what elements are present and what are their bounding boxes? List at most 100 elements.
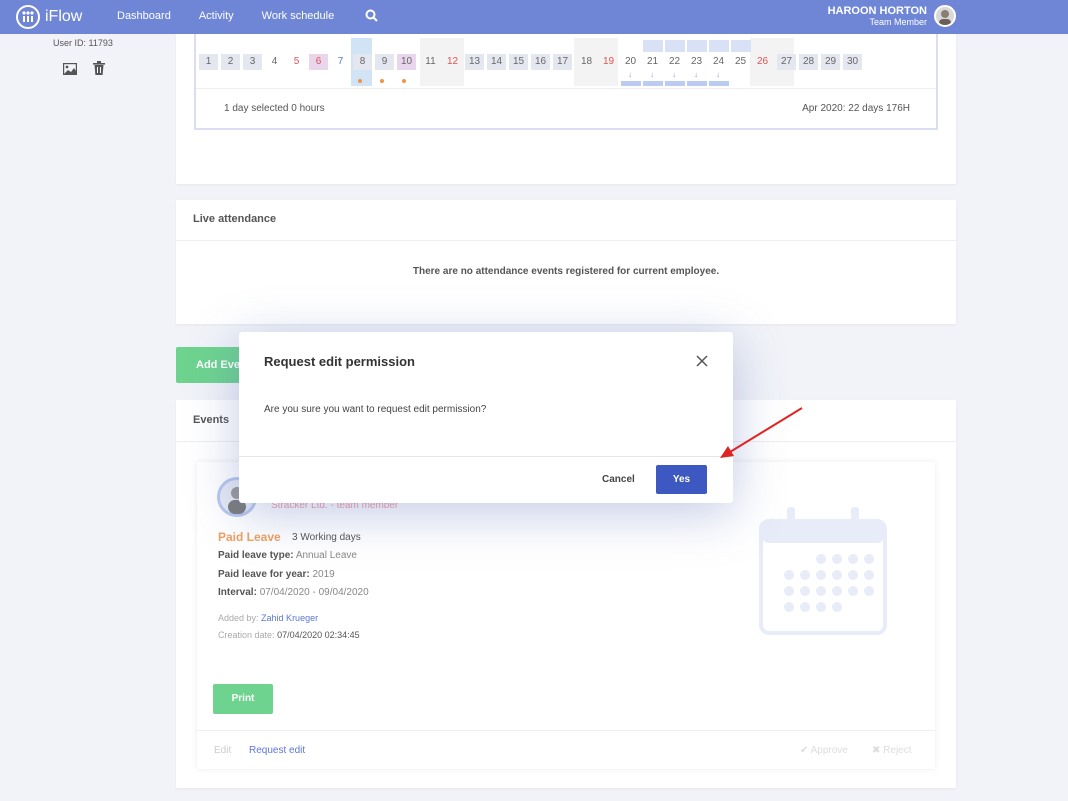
- calendar-day[interactable]: 8: [353, 54, 372, 70]
- calendar-day[interactable]: 21: [643, 54, 662, 70]
- calendar-day[interactable]: 27: [777, 54, 796, 70]
- added-by-link[interactable]: Zahid Krueger: [261, 613, 318, 623]
- leave-type-row: Paid leave type: Annual Leave: [218, 550, 357, 561]
- creation-date-value: 07/04/2020 02:34:45: [277, 630, 360, 640]
- calendar-day[interactable]: 5: [287, 54, 306, 70]
- creation-date-label: Creation date:: [218, 630, 275, 640]
- calendar-day[interactable]: 29: [821, 54, 840, 70]
- image-icon[interactable]: [62, 62, 78, 80]
- check-icon: ✔: [800, 745, 809, 756]
- calendar-day-selected[interactable]: 7: [331, 54, 350, 70]
- schedule-bar: [621, 81, 641, 86]
- iflow-logo-icon: [16, 5, 40, 29]
- nav-dashboard[interactable]: Dashboard: [117, 10, 171, 22]
- event-dot: [380, 79, 384, 83]
- modal-message: Are you sure you want to request edit pe…: [264, 404, 487, 415]
- main-nav: Dashboard Activity Work schedule: [117, 10, 362, 22]
- leave-year-label: Paid leave for year:: [218, 569, 310, 580]
- calendar-day[interactable]: 4: [265, 54, 284, 70]
- interval-row: Interval: 07/04/2020 - 09/04/2020: [218, 587, 369, 598]
- working-days: 3 Working days: [292, 532, 361, 543]
- calendar-day[interactable]: 2: [221, 54, 240, 70]
- search-icon[interactable]: [365, 9, 378, 27]
- top-bar: iFlow Dashboard Activity Work schedule H…: [0, 0, 1068, 34]
- calendar-day[interactable]: 26: [753, 54, 772, 70]
- added-by-row: Added by: Zahid Krueger: [218, 613, 318, 623]
- calendar-day[interactable]: 10: [397, 54, 416, 70]
- request-edit-modal: Request edit permission Are you sure you…: [239, 332, 733, 503]
- annotation-arrow-icon: [720, 407, 803, 458]
- schedule-bar: [687, 81, 707, 86]
- user-name[interactable]: HAROON HORTON: [727, 5, 927, 17]
- nav-work-schedule[interactable]: Work schedule: [262, 10, 335, 22]
- user-avatar[interactable]: [934, 5, 956, 27]
- schedule-block: [643, 40, 663, 52]
- calendar-day[interactable]: 11: [421, 54, 440, 70]
- divider: [197, 730, 935, 731]
- calendar-day[interactable]: 22: [665, 54, 684, 70]
- add-event-button[interactable]: Add Eve: [176, 347, 248, 383]
- calendar-day[interactable]: 15: [509, 54, 528, 70]
- calendar-day[interactable]: 30: [843, 54, 862, 70]
- brand-name: iFlow: [45, 8, 83, 25]
- schedule-block: [709, 40, 729, 52]
- added-by-label: Added by:: [218, 613, 259, 623]
- event-type: Paid Leave: [218, 530, 281, 544]
- selection-summary: 1 day selected 0 hours: [224, 103, 325, 114]
- calendar-day[interactable]: 14: [487, 54, 506, 70]
- calendar-day[interactable]: 1: [199, 54, 218, 70]
- calendar-card: ↓ ↓ ↓ ↓ ↓ 1 2 3 4 5 6 7 8 9 10 11 12 13 …: [176, 34, 956, 184]
- calendar-day[interactable]: 19: [599, 54, 618, 70]
- calendar-day[interactable]: 28: [799, 54, 818, 70]
- approve-button[interactable]: ✔ Approve: [800, 745, 848, 756]
- close-icon[interactable]: [696, 354, 708, 372]
- schedule-block: [731, 40, 751, 52]
- leave-year-row: Paid leave for year: 2019: [218, 569, 335, 580]
- live-attendance-card: Live attendance There are no attendance …: [176, 200, 956, 324]
- divider: [239, 456, 733, 457]
- reject-button[interactable]: ✖ Reject: [872, 745, 912, 756]
- event-dot: [402, 79, 406, 83]
- request-edit-link[interactable]: Request edit: [249, 745, 305, 756]
- calendar-day[interactable]: 24: [709, 54, 728, 70]
- arrow-down-icon: ↓: [694, 70, 698, 79]
- nav-activity[interactable]: Activity: [199, 10, 234, 22]
- modal-title: Request edit permission: [264, 354, 415, 369]
- calendar-day[interactable]: 16: [531, 54, 550, 70]
- calendar-day[interactable]: 17: [553, 54, 572, 70]
- event-item: Stracker Ltd. - team member Paid Leave 3…: [197, 462, 935, 769]
- interval-value: 07/04/2020 - 09/04/2020: [259, 587, 369, 598]
- divider: [196, 88, 936, 89]
- schedule-bar: [665, 81, 685, 86]
- calendar-strip: ↓ ↓ ↓ ↓ ↓ 1 2 3 4 5 6 7 8 9 10 11 12 13 …: [194, 34, 938, 130]
- month-summary: Apr 2020: 22 days 176H: [802, 103, 910, 114]
- divider: [176, 240, 956, 241]
- interval-label: Interval:: [218, 587, 257, 598]
- calendar-day[interactable]: 23: [687, 54, 706, 70]
- approve-label: Approve: [810, 745, 848, 756]
- leave-type-value: Annual Leave: [295, 550, 357, 561]
- calendar-day[interactable]: 3: [243, 54, 262, 70]
- print-button[interactable]: Print: [213, 684, 273, 714]
- arrow-down-icon: ↓: [716, 70, 720, 79]
- calendar-day[interactable]: 9: [375, 54, 394, 70]
- cancel-button[interactable]: Cancel: [602, 474, 635, 485]
- x-icon: ✖: [872, 745, 881, 756]
- brand[interactable]: iFlow: [16, 5, 82, 29]
- calendar-day[interactable]: 18: [577, 54, 596, 70]
- schedule-block: [687, 40, 707, 52]
- events-title: Events: [193, 414, 230, 426]
- schedule-bar: [709, 81, 729, 86]
- live-attendance-title: Live attendance: [193, 213, 277, 225]
- creation-date-row: Creation date: 07/04/2020 02:34:45: [218, 630, 360, 640]
- trash-icon[interactable]: [93, 61, 105, 80]
- calendar-day[interactable]: 13: [465, 54, 484, 70]
- calendar-day[interactable]: 25: [731, 54, 750, 70]
- calendar-day[interactable]: 12: [443, 54, 462, 70]
- leave-type-label: Paid leave type:: [218, 550, 294, 561]
- calendar-day[interactable]: 6: [309, 54, 328, 70]
- yes-button[interactable]: Yes: [656, 465, 707, 494]
- edit-link[interactable]: Edit: [214, 745, 231, 756]
- event-dot: [358, 79, 362, 83]
- calendar-day[interactable]: 20: [621, 54, 640, 70]
